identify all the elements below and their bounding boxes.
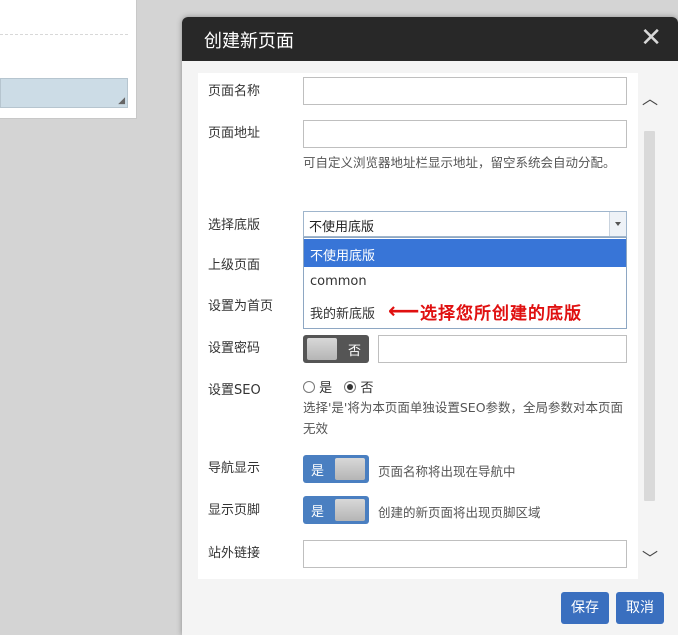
password-toggle-text: 否 bbox=[347, 344, 361, 359]
footer-display-label: 显示页脚 bbox=[208, 503, 261, 518]
background-textarea[interactable]: ◢ bbox=[0, 78, 128, 108]
toggle-knob bbox=[335, 499, 365, 521]
create-page-modal: 创建新页面 ✕ 页面名称 页面地址 可自定义浏览器地址栏显示地址，留空系统会自动… bbox=[182, 17, 678, 635]
save-button[interactable]: 保存 bbox=[561, 592, 609, 624]
page-name-label: 页面名称 bbox=[208, 84, 261, 99]
resize-grip-icon[interactable]: ◢ bbox=[118, 96, 125, 106]
footer-display-desc: 创建的新页面将出现页脚区域 bbox=[378, 505, 541, 520]
chevron-down-icon[interactable] bbox=[609, 212, 626, 236]
toggle-knob bbox=[307, 338, 337, 360]
seo-help: 选择'是'将为本页面单独设置SEO参数，全局参数对本页面无效 bbox=[303, 400, 624, 436]
parent-page-label: 上级页面 bbox=[208, 258, 261, 273]
radio-checked-icon[interactable] bbox=[344, 381, 357, 393]
password-label: 设置密码 bbox=[208, 341, 261, 356]
nav-toggle-text: 是 bbox=[311, 464, 325, 479]
template-select-value: 不使用底版 bbox=[309, 220, 375, 235]
modal-scrollbar[interactable]: ︿ ﹀ bbox=[638, 73, 662, 579]
background-divider bbox=[0, 34, 128, 35]
close-icon[interactable]: ✕ bbox=[640, 23, 662, 53]
external-link-input[interactable] bbox=[303, 540, 627, 568]
page-address-help: 可自定义浏览器地址栏显示地址，留空系统会自动分配。 bbox=[303, 155, 616, 170]
cancel-button[interactable]: 取消 bbox=[616, 592, 664, 624]
modal-header: 创建新页面 ✕ bbox=[182, 17, 678, 61]
modal-body: 页面名称 页面地址 可自定义浏览器地址栏显示地址，留空系统会自动分配。 选择底版… bbox=[198, 73, 662, 579]
nav-display-desc: 页面名称将出现在导航中 bbox=[378, 464, 516, 479]
chevron-up-icon[interactable]: ︿ bbox=[642, 91, 658, 107]
seo-radio-group: 是 否 bbox=[303, 377, 381, 396]
password-input[interactable] bbox=[378, 335, 627, 363]
seo-option-no[interactable]: 否 bbox=[344, 381, 373, 396]
page-address-label: 页面地址 bbox=[208, 126, 261, 141]
page-name-input[interactable] bbox=[303, 77, 627, 105]
page-address-input[interactable] bbox=[303, 120, 627, 148]
homepage-label: 设置为首页 bbox=[208, 299, 274, 314]
template-label: 选择底版 bbox=[208, 218, 261, 233]
footer-toggle-text: 是 bbox=[311, 505, 325, 520]
external-link-label: 站外链接 bbox=[208, 546, 261, 561]
template-select[interactable]: 不使用底版 bbox=[303, 211, 627, 237]
chevron-down-icon[interactable]: ﹀ bbox=[642, 551, 658, 567]
radio-unchecked-icon[interactable] bbox=[303, 381, 315, 393]
scrollbar-thumb[interactable] bbox=[644, 131, 655, 501]
modal-title: 创建新页面 bbox=[204, 31, 294, 52]
annotation-text: 选择您所创建的底版 bbox=[420, 304, 582, 324]
background-panel: ◢ bbox=[0, 0, 137, 119]
template-option-common[interactable]: common bbox=[304, 268, 626, 296]
toggle-knob bbox=[335, 458, 365, 480]
seo-label: 设置SEO bbox=[208, 383, 261, 398]
nav-display-toggle[interactable]: 是 bbox=[303, 455, 369, 483]
template-option-none[interactable]: 不使用底版 bbox=[304, 239, 626, 267]
seo-option-yes[interactable]: 是 bbox=[303, 381, 332, 396]
nav-display-label: 导航显示 bbox=[208, 461, 261, 476]
annotation-arrow-icon: ⟵ bbox=[388, 299, 420, 324]
footer-display-toggle[interactable]: 是 bbox=[303, 496, 369, 524]
password-toggle[interactable]: 否 bbox=[303, 335, 369, 363]
